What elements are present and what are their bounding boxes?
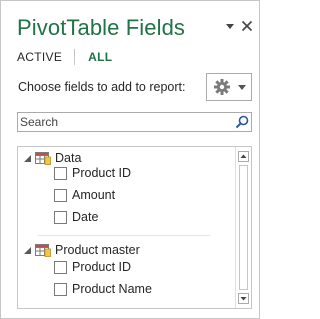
scroll-down-button[interactable] [238, 293, 249, 304]
table-node-product-master[interactable]: Product master [22, 242, 140, 258]
tab-bar: ACTIVE ALL [17, 48, 112, 66]
collapse-triangle-icon[interactable] [22, 153, 32, 163]
tab-divider [74, 49, 76, 65]
field-checkbox[interactable] [54, 188, 67, 202]
search-box[interactable] [17, 112, 252, 132]
field-item[interactable]: Product ID [54, 164, 131, 182]
field-settings-button[interactable] [206, 73, 252, 101]
table-name: Product master [55, 243, 140, 257]
scroll-up-arrow-icon [240, 154, 247, 158]
tab-all[interactable]: ALL [88, 50, 112, 64]
pane-title: PivotTable Fields [17, 15, 185, 40]
field-checkbox[interactable] [54, 210, 67, 224]
field-label: Date [72, 210, 99, 224]
table-icon [35, 244, 51, 257]
field-item[interactable]: Amount [54, 186, 115, 204]
field-checkbox[interactable] [54, 282, 67, 296]
choose-fields-label: Choose fields to add to report: [18, 80, 186, 94]
field-label: Amount [72, 188, 116, 202]
pivottable-fields-pane: PivotTable Fields ACTIVE ALL Choose fiel… [0, 0, 260, 319]
table-icon [35, 152, 51, 165]
field-list: Data Product ID Amount Date Product mast… [17, 146, 252, 309]
scroll-down-arrow-icon [240, 297, 247, 301]
field-item[interactable]: Date [54, 208, 98, 226]
field-item[interactable]: Product ID [54, 258, 131, 276]
vertical-scrollbar[interactable] [235, 147, 251, 308]
field-checkbox[interactable] [54, 260, 67, 274]
scroll-thumb[interactable] [239, 165, 248, 290]
field-label: Product Name [72, 282, 152, 296]
gear-icon [214, 79, 230, 95]
triangle-down-icon[interactable] [223, 19, 237, 33]
field-label: Product ID [72, 260, 132, 274]
field-checkbox[interactable] [54, 166, 67, 180]
tab-active[interactable]: ACTIVE [17, 50, 62, 64]
field-label: Product ID [72, 166, 132, 180]
field-item[interactable]: Product Name [54, 280, 152, 298]
search-icon[interactable] [235, 115, 249, 129]
close-icon[interactable] [240, 19, 254, 33]
search-input[interactable] [20, 114, 228, 130]
scroll-up-button[interactable] [238, 151, 249, 162]
table-name: Data [55, 151, 82, 165]
table-divider [38, 235, 210, 236]
collapse-triangle-icon[interactable] [22, 245, 32, 255]
chevron-down-icon [238, 85, 246, 90]
